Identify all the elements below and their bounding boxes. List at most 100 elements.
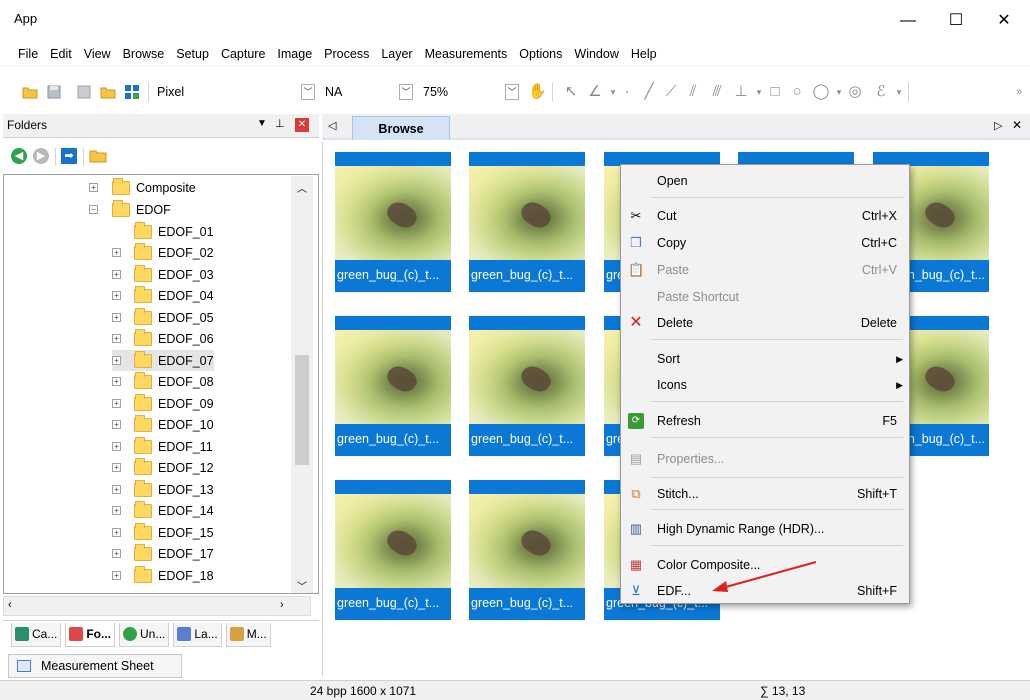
chevron-down-icon[interactable]: ﹀ (505, 84, 519, 100)
perpendicular-icon[interactable]: ⊥ (732, 81, 750, 103)
tree-item-composite[interactable]: + Composite (89, 177, 196, 198)
parallel-lines-icon[interactable]: ⫽ (684, 81, 702, 103)
tab-measure[interactable]: M... (225, 622, 271, 647)
minimize-button[interactable]: — (888, 6, 928, 36)
expand-icon[interactable]: + (112, 549, 121, 558)
tree-item-edof-03[interactable]: + EDOF_03 (112, 264, 214, 285)
tree-item-edof-13[interactable]: + EDOF_13 (112, 479, 214, 500)
expand-icon[interactable]: + (112, 248, 121, 257)
expand-icon[interactable]: + (112, 377, 121, 386)
expand-icon[interactable]: + (112, 270, 121, 279)
tree-item-edof-15[interactable]: + EDOF_15 (112, 522, 214, 543)
polyline-icon[interactable]: ⟋ (662, 81, 680, 103)
circle-icon[interactable]: ◯ (812, 81, 830, 103)
expand-icon[interactable]: + (112, 334, 121, 343)
expand-icon[interactable]: + (112, 442, 121, 451)
expand-icon[interactable]: + (89, 183, 98, 192)
multi-lines-icon[interactable]: ⫻ (708, 81, 726, 103)
scrollbar-thumb[interactable] (295, 355, 309, 465)
tree-item-edof-04[interactable]: + EDOF_04 (112, 285, 214, 306)
tab-camera[interactable]: Ca... (11, 622, 62, 647)
thumbnail[interactable]: green_bug_(c)_t... (469, 480, 585, 620)
zoom-combo[interactable]: 75% ﹀ (418, 81, 520, 103)
tree-item-edof-09[interactable]: + EDOF_09 (112, 393, 214, 414)
close-button[interactable]: ✕ (984, 6, 1024, 36)
menu-item-cut[interactable]: ✂ Cut Ctrl+X (621, 204, 909, 228)
scroll-right-icon[interactable]: › (280, 599, 284, 611)
menu-layer[interactable]: Layer (375, 47, 418, 61)
tab-layers[interactable]: La... (173, 622, 222, 647)
measurement-sheet-tab[interactable]: Measurement Sheet (8, 654, 182, 678)
close-icon[interactable]: ✕ (295, 118, 309, 132)
expand-icon[interactable]: + (112, 571, 121, 580)
menu-view[interactable]: View (78, 47, 117, 61)
pan-hand-icon[interactable]: ✋ (528, 81, 547, 103)
thumbnail[interactable]: green_bug_(c)_t... (469, 316, 585, 456)
menu-item-delete[interactable]: ✕ Delete Delete (621, 311, 909, 335)
collapse-icon[interactable]: − (89, 205, 98, 214)
browse-folder-icon[interactable] (100, 84, 116, 100)
tree-item-edof-02[interactable]: + EDOF_02 (112, 242, 214, 263)
tree-item-edof-01[interactable]: EDOF_01 (112, 221, 214, 242)
point-icon[interactable]: · (618, 81, 636, 103)
expand-icon[interactable]: + (112, 528, 121, 537)
thumbnail[interactable]: green_bug_(c)_t... (335, 480, 451, 620)
tree-item-edof-10[interactable]: + EDOF_10 (112, 414, 214, 435)
tree-item-edof[interactable]: − EDOF (89, 199, 171, 220)
tree-item-edof-05[interactable]: + EDOF_05 (112, 307, 214, 328)
chevron-down-icon[interactable]: ﹀ (399, 84, 413, 100)
tab-scroll-right-icon[interactable]: ▷ (994, 119, 1002, 132)
menu-item-copy[interactable]: ❐ Copy Ctrl+C (621, 231, 909, 255)
go-to-folder-icon[interactable]: ➡ (61, 148, 77, 164)
freehand-icon[interactable]: ℰ (872, 81, 890, 103)
scroll-up-icon[interactable]: ︿ (297, 180, 307, 195)
tree-item-edof-07[interactable]: + EDOF_07 (112, 350, 214, 371)
close-document-icon[interactable]: ✕ (1012, 118, 1022, 132)
menu-item-hdr[interactable]: ▥ High Dynamic Range (HDR)... (621, 517, 909, 541)
na-combo[interactable]: NA ﹀ (320, 81, 414, 103)
tab-folders[interactable]: Fo... (65, 622, 116, 647)
line-icon[interactable]: ╱ (640, 81, 658, 103)
tab-browse[interactable]: Browse (352, 116, 450, 140)
expand-icon[interactable]: + (112, 506, 121, 515)
menu-setup[interactable]: Setup (170, 47, 215, 61)
scroll-left-icon[interactable]: ‹ (8, 599, 12, 611)
expand-icon[interactable]: + (112, 291, 121, 300)
tab-undo[interactable]: Un... (119, 622, 170, 647)
back-icon[interactable]: ◀ (11, 148, 27, 164)
menu-item-refresh[interactable]: ⟳ Refresh F5 (621, 409, 909, 433)
menu-options[interactable]: Options (513, 47, 568, 61)
toolbar-overflow-icon[interactable]: » (1010, 81, 1028, 103)
menu-item-properties[interactable]: ▤ Properties... (621, 447, 909, 471)
thumbnail[interactable]: green_bug_(c)_t... (335, 316, 451, 456)
dropdown-arrow-icon[interactable]: ▾ (890, 81, 908, 103)
tree-item-edof-12[interactable]: + EDOF_12 (112, 457, 214, 478)
save-icon[interactable] (46, 84, 62, 100)
forward-icon[interactable]: ▶ (33, 148, 49, 164)
tree-item-edof-11[interactable]: + EDOF_11 (112, 436, 213, 457)
menu-item-paste[interactable]: 📋 Paste Ctrl+V (621, 258, 909, 282)
expand-icon[interactable]: + (112, 313, 121, 322)
rectangle-icon[interactable]: □ (766, 81, 784, 103)
menu-browse[interactable]: Browse (117, 47, 171, 61)
tree-item-edof-06[interactable]: + EDOF_06 (112, 328, 214, 349)
menu-window[interactable]: Window (568, 47, 624, 61)
maximize-button[interactable]: ☐ (936, 6, 976, 36)
pin-icon[interactable]: ⊥ (275, 117, 285, 130)
expand-icon[interactable]: + (112, 420, 121, 429)
menu-item-icons[interactable]: Icons ▶ (621, 373, 909, 397)
open-folder-icon[interactable] (89, 148, 107, 164)
menu-help[interactable]: Help (625, 47, 663, 61)
tree-item-edof-14[interactable]: + EDOF_14 (112, 500, 214, 521)
thumbnail[interactable]: green_bug_(c)_t... (335, 152, 451, 292)
expand-icon[interactable]: + (112, 399, 121, 408)
ellipse-icon[interactable]: ○ (788, 81, 806, 103)
expand-icon[interactable]: + (112, 485, 121, 494)
thumbnail[interactable]: green_bug_(c)_t... (469, 152, 585, 292)
menu-item-sort[interactable]: Sort ▶ (621, 347, 909, 371)
menu-file[interactable]: File (12, 47, 44, 61)
expand-icon[interactable]: + (112, 463, 121, 472)
pointer-icon[interactable]: ↖ (562, 81, 580, 103)
chevron-down-icon[interactable]: ﹀ (301, 84, 315, 100)
menu-measurements[interactable]: Measurements (419, 47, 514, 61)
